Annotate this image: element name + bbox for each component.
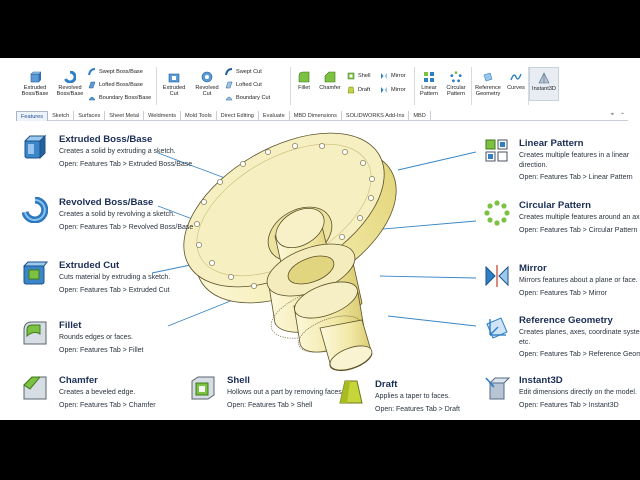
circular-pattern-icon — [484, 200, 510, 226]
feature-description: Edit dimensions directly on the model. — [519, 389, 637, 396]
draft-icon — [339, 380, 363, 404]
leader-line — [379, 275, 477, 279]
feature-title: Linear Pattern — [519, 138, 584, 149]
feature-description: Cuts material by extruding a sketch. — [59, 274, 171, 281]
leader-line — [371, 220, 477, 231]
extruded-cut-icon — [22, 261, 48, 285]
feature-open-path: Open: Features Tab > Instant3D — [519, 401, 619, 409]
feature-title: Instant3D — [519, 375, 563, 386]
feature-open-path: Open: Features Tab > Linear Pattern — [519, 174, 633, 182]
feature-open-path: Open: Features Tab > Extruded Boss/Base — [59, 160, 193, 168]
feature-description: Creates a solid by revolving a sketch. — [59, 211, 175, 218]
feature-title: Fillet — [59, 320, 82, 331]
shell-icon — [191, 376, 215, 400]
feature-description: Creates a beveled edge. — [59, 389, 136, 396]
feature-open-path: Open: Features Tab > Revolved Boss/Base — [59, 223, 194, 231]
extruded-boss-icon — [23, 134, 47, 160]
revolved-boss-icon — [22, 197, 48, 223]
feature-open-path: Open: Features Tab > Reference Geometry — [519, 351, 640, 359]
part-illustration — [151, 132, 477, 372]
reference-geometry-icon — [486, 317, 508, 339]
feature-title: Extruded Boss/Base — [59, 134, 153, 145]
feature-open-path: Open: Features Tab > Extruded Cut — [59, 286, 170, 294]
feature-title: Reference Geometry — [519, 315, 613, 326]
feature-open-path: Open: Features Tab > Mirror — [519, 289, 607, 297]
feature-title: Circular Pattern — [519, 200, 591, 211]
feature-description: Creates planes, axes, coordinate systems… — [519, 329, 640, 346]
feature-description: Creates multiple features in a linear di… — [519, 152, 630, 169]
fillet-icon — [23, 321, 47, 345]
leader-line — [397, 151, 477, 171]
chamfer-icon — [23, 376, 47, 400]
leader-line — [387, 315, 477, 327]
feature-title: Extruded Cut — [59, 260, 120, 271]
feature-description: Creates a solid by extruding a sketch. — [59, 148, 176, 155]
feature-description: Rounds edges or faces. — [59, 334, 133, 341]
feature-description: Mirrors features about a plane or face. — [519, 277, 638, 284]
linear-pattern-icon — [485, 139, 508, 162]
feature-open-path: Open: Features Tab > Circular Pattern — [519, 226, 638, 234]
feature-title: Mirror — [519, 263, 547, 274]
feature-title: Revolved Boss/Base — [59, 197, 154, 208]
feature-description: Creates multiple features around an axis… — [519, 214, 640, 221]
feature-title: Chamfer — [59, 375, 98, 386]
feature-open-path: Open: Features Tab > Chamfer — [59, 401, 156, 409]
mirror-icon — [485, 265, 509, 287]
feature-reference-frame: Extruded Boss/Base Revolved Boss/Base Sw… — [0, 58, 640, 420]
feature-open-path: Open: Features Tab > Draft — [375, 405, 460, 413]
feature-open-path: Open: Features Tab > Fillet — [59, 346, 144, 354]
instant3d-icon — [485, 377, 510, 400]
